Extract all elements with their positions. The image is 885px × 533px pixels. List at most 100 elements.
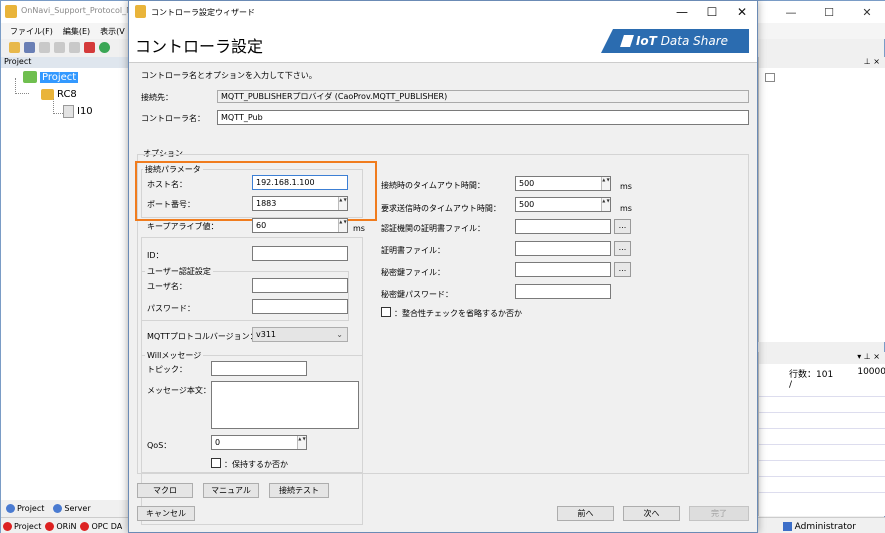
panel-pin-close-icons[interactable]: ⊥ × — [759, 57, 885, 68]
key-input[interactable] — [515, 262, 611, 277]
id-input[interactable] — [252, 246, 348, 261]
ca-cert-label: 認証機関の証明書ファイル： — [381, 224, 485, 233]
back-button[interactable]: 前へ — [557, 506, 614, 521]
status-project[interactable]: Project — [3, 521, 41, 531]
status-error-icon — [3, 521, 12, 531]
conn-timeout-stepper[interactable]: 500 ▲ ▼ — [515, 176, 611, 191]
grid-row-line — [759, 396, 885, 397]
brand-mark-icon — [620, 35, 634, 47]
message-body-textarea[interactable] — [211, 381, 359, 429]
paste-icon[interactable] — [54, 42, 65, 53]
cert-browse-button[interactable]: ... — [614, 241, 631, 256]
connection-test-button[interactable]: 接続テスト — [269, 483, 329, 498]
req-timeout-stepper[interactable]: 500 ▲ ▼ — [515, 197, 611, 212]
tab-server[interactable]: Server — [50, 501, 93, 515]
integrity-checkbox[interactable] — [381, 307, 391, 317]
spin-arrows-icon[interactable]: ▲ ▼ — [601, 198, 610, 211]
close-icon[interactable]: ✕ — [848, 1, 885, 23]
chevron-down-icon: ⌄ — [336, 330, 343, 339]
right-bottom-panel: ▾ ⊥ × 行数：101 / 10000 — [758, 352, 885, 516]
conn-timeout-unit: ms — [620, 182, 632, 191]
tree-node-i10[interactable]: I10 — [63, 105, 93, 118]
manual-button[interactable]: マニュアル — [203, 483, 259, 498]
run-icon[interactable] — [99, 42, 110, 53]
macro-button[interactable]: マクロ — [137, 483, 193, 498]
brand-logo: IoT Data Share — [601, 29, 749, 53]
key-password-input[interactable] — [515, 284, 611, 299]
maximize-icon[interactable]: ☐ — [697, 1, 727, 23]
panel-pin-close-icons[interactable]: ▾ ⊥ × — [759, 352, 885, 364]
spin-arrows-icon[interactable]: ▲ ▼ — [338, 219, 347, 232]
cancel-button[interactable]: キャンセル — [137, 506, 195, 521]
close-icon[interactable]: ✕ — [727, 1, 757, 23]
tree-node-rc8[interactable]: RC8 — [41, 89, 77, 100]
status-orin[interactable]: ORiN — [45, 521, 76, 531]
topic-input[interactable] — [211, 361, 307, 376]
add-icon[interactable] — [84, 42, 95, 53]
menu-edit[interactable]: 編集(E) — [63, 26, 90, 39]
controller-settings-wizard: コントローラ設定ウィザード — ☐ ✕ コントローラ設定 IoT Data Sh… — [128, 0, 758, 533]
mqtt-version-select[interactable]: v311 ⌄ — [252, 327, 348, 342]
auth-group-title: ユーザー認証設定 — [145, 266, 213, 277]
tree-label-rc8: RC8 — [57, 89, 77, 100]
panel-tabs: Project Server — [1, 501, 131, 515]
next-button[interactable]: 次へ — [623, 506, 680, 521]
highlight-box — [135, 161, 377, 221]
save-icon[interactable] — [24, 42, 35, 53]
grid-row-line — [759, 412, 885, 413]
integrity-label: ：整合性チェックを省略するか否か — [394, 309, 522, 318]
tab-project[interactable]: Project — [3, 501, 47, 515]
keepalive-stepper[interactable]: 60 ▲ ▼ — [252, 218, 348, 233]
menu-view[interactable]: 表示(V — [100, 26, 125, 39]
property-icon[interactable] — [765, 73, 775, 82]
password-input[interactable] — [252, 299, 348, 314]
page-title: コントローラ設定 — [135, 37, 264, 56]
retain-checkbox[interactable] — [211, 458, 221, 468]
topic-label: トピック： — [147, 365, 187, 374]
req-timeout-unit: ms — [620, 204, 632, 213]
retain-label: ：保持するか否か — [224, 460, 288, 469]
project-panel-header: Project — [1, 57, 131, 68]
ca-cert-browse-button[interactable]: ... — [614, 219, 631, 234]
user-status: Administrator — [782, 518, 856, 533]
keepalive-unit: ms — [353, 224, 365, 233]
message-body-label: メッセージ本文： — [147, 386, 211, 395]
cert-label: 証明書ファイル： — [381, 246, 445, 255]
grid-row-line — [759, 460, 885, 461]
background-window-controls: — ☐ ✕ — [772, 1, 885, 23]
row-count: 行数：101 / 10000 — [789, 367, 885, 390]
connection-field: MQTT_PUBLISHERプロバイダ (CaoProv.MQTT_PUBLIS… — [217, 90, 749, 103]
key-browse-button[interactable]: ... — [614, 262, 631, 277]
keepalive-label: キープアライブ値： — [147, 222, 219, 231]
finish-button[interactable]: 完了 — [689, 506, 749, 521]
qos-label: QoS： — [147, 441, 172, 450]
copy-icon[interactable] — [39, 42, 50, 53]
dialog-body: コントローラ名とオプションを入力して下さい。 接続先： MQTT_PUBLISH… — [129, 63, 757, 533]
menu-file[interactable]: ファイル(F) — [10, 26, 53, 39]
delete-icon[interactable] — [69, 42, 80, 53]
spin-arrows-icon[interactable]: ▲ ▼ — [601, 177, 610, 190]
project-icon — [23, 71, 37, 83]
key-password-label: 秘密鍵パスワード： — [381, 290, 453, 299]
dialog-window-controls: — ☐ ✕ — [667, 1, 757, 23]
dialog-titlebar: コントローラ設定ウィザード — ☐ ✕ — [129, 1, 757, 23]
mqtt-version-label: MQTTプロトコルバージョン： — [147, 332, 258, 341]
username-input[interactable] — [252, 278, 348, 293]
wizard-app-icon — [135, 5, 146, 18]
controller-name-input[interactable]: MQTT_Pub — [217, 110, 749, 125]
toolbar — [1, 39, 141, 56]
maximize-icon[interactable]: ☐ — [810, 1, 848, 23]
tree-node-project[interactable]: Project — [23, 71, 79, 83]
open-folder-icon[interactable] — [9, 42, 20, 53]
req-timeout-label: 要求送信時のタイムアウト時間： — [381, 204, 501, 213]
instruction-text: コントローラ名とオプションを入力して下さい。 — [141, 71, 317, 80]
status-opc-da[interactable]: OPC DA — [80, 521, 122, 531]
cert-input[interactable] — [515, 241, 611, 256]
qos-stepper[interactable]: 0 ▲ ▼ — [211, 435, 307, 450]
spin-arrows-icon[interactable]: ▲ ▼ — [297, 436, 306, 449]
project-tab-icon — [6, 503, 15, 513]
ca-cert-input[interactable] — [515, 219, 611, 234]
minimize-icon[interactable]: — — [772, 1, 810, 23]
minimize-icon[interactable]: — — [667, 1, 697, 23]
right-top-panel: ⊥ × — [758, 57, 885, 342]
